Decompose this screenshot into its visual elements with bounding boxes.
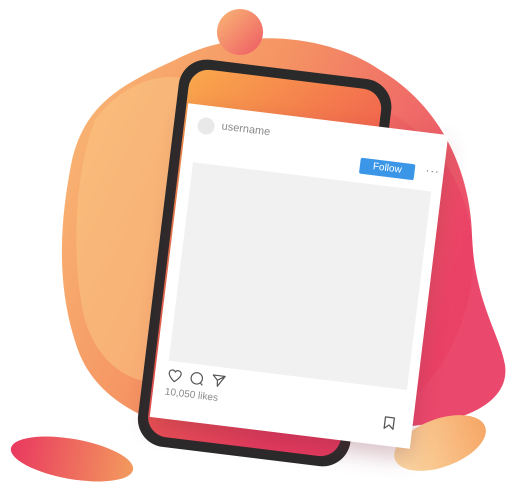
decorative-ball xyxy=(217,9,263,55)
heart-icon[interactable] xyxy=(166,367,184,385)
avatar[interactable] xyxy=(196,116,216,136)
username-label[interactable]: username xyxy=(221,121,271,139)
decorative-drop-left xyxy=(10,436,134,482)
follow-button[interactable]: Follow xyxy=(358,157,416,181)
post-image-placeholder[interactable] xyxy=(168,162,432,391)
paper-plane-icon[interactable] xyxy=(210,372,228,390)
bookmark-icon[interactable] xyxy=(382,415,397,430)
instagram-post-card: username Follow ··· 10,050 likes xyxy=(149,103,449,449)
comment-icon[interactable] xyxy=(188,369,206,387)
more-dots-icon[interactable]: ··· xyxy=(425,165,440,179)
